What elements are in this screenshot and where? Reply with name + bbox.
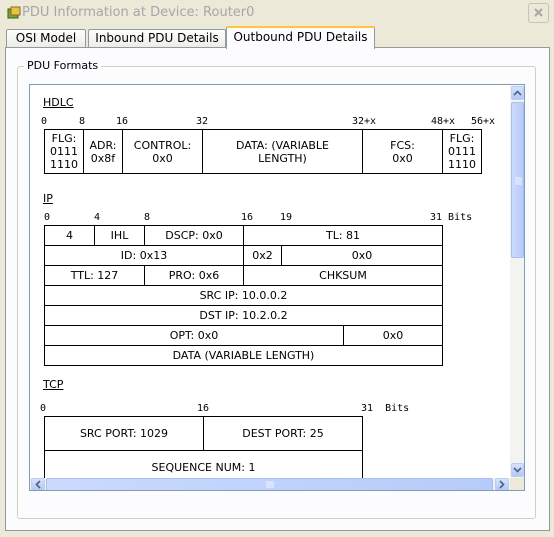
ip-options: OPT: 0x0: [44, 325, 344, 346]
ip-version: 4: [44, 225, 95, 246]
hdlc-tick: 8: [79, 116, 86, 127]
ip-identification: ID: 0x13: [44, 245, 244, 266]
grip-icon: [515, 177, 522, 185]
ip-source-address: SRC IP: 10.0.0.2: [44, 285, 443, 306]
scroll-left-button[interactable]: [31, 478, 45, 490]
scroll-up-button[interactable]: [511, 86, 524, 100]
vertical-scrollbar[interactable]: [510, 85, 524, 490]
tab-strip: OSI Model Inbound PDU Details Outbound P…: [0, 26, 554, 49]
ip-fragment-offset: 0x0: [281, 245, 443, 266]
ip-tick: 31 Bits: [430, 212, 473, 223]
hdlc-tick: 32+x: [352, 116, 377, 127]
ip-tick: 8: [144, 212, 151, 223]
ip-flags: 0x2: [243, 245, 282, 266]
hdlc-title: HDLC: [43, 96, 74, 109]
horizontal-scrollbar[interactable]: [30, 478, 510, 490]
arrow-up-icon: [513, 90, 522, 96]
scrollbar-corner: [510, 478, 524, 490]
hdlc-tick: 56+x: [471, 116, 496, 127]
hdlc-tick: 0: [41, 116, 48, 127]
window-title: PDU Information at Device: Router0: [22, 5, 255, 20]
tcp-destination-port: DEST PORT: 25: [203, 416, 363, 451]
ip-tick: 0: [44, 212, 51, 223]
packet-tracer-icon: [7, 6, 21, 19]
hdlc-flag-start: FLG: 0111 1110: [44, 129, 84, 174]
vertical-scroll-thumb[interactable]: [511, 102, 524, 258]
tcp-tick: 31 Bits: [361, 403, 410, 414]
ip-tick: 16: [241, 212, 254, 223]
hdlc-address: ADR: 0x8f: [83, 129, 123, 174]
arrow-down-icon: [513, 467, 522, 473]
grip-icon: [266, 481, 274, 488]
ip-tick: 19: [280, 212, 293, 223]
ip-title: IP: [43, 192, 53, 205]
scroll-right-button[interactable]: [495, 478, 509, 490]
pdu-scroll-view[interactable]: HDLC 0 8 16 32 32+x 48+x 56+x FLG: 0111 …: [29, 84, 525, 491]
tcp-tick: 16: [197, 403, 210, 414]
hdlc-tick: 32: [196, 116, 209, 127]
tab-inbound-pdu-details[interactable]: Inbound PDU Details: [88, 29, 226, 48]
hdlc-tick: 48+x: [431, 116, 456, 127]
pdu-formats-label: PDU Formats: [24, 59, 102, 72]
tcp-tick: 0: [40, 403, 47, 414]
arrow-right-icon: [499, 480, 505, 489]
tcp-source-port: SRC PORT: 1029: [44, 416, 204, 451]
ip-destination-address: DST IP: 10.2.0.2: [44, 305, 443, 326]
pdu-content: HDLC 0 8 16 32 32+x 48+x 56+x FLG: 0111 …: [30, 85, 510, 485]
ip-total-length: TL: 81: [243, 225, 443, 246]
close-button[interactable]: [528, 3, 549, 23]
horizontal-scroll-thumb[interactable]: [46, 478, 493, 490]
scroll-down-button[interactable]: [511, 463, 524, 477]
hdlc-flag-end: FLG: 0111 1110: [442, 129, 482, 174]
ip-padding: 0x0: [343, 325, 443, 346]
ip-ttl: TTL: 127: [44, 265, 145, 286]
arrow-left-icon: [35, 480, 41, 489]
ip-tick: 4: [94, 212, 101, 223]
hdlc-control: CONTROL: 0x0: [122, 129, 203, 174]
ip-data: DATA (VARIABLE LENGTH): [44, 345, 443, 366]
hdlc-data: DATA: (VARIABLE LENGTH): [202, 129, 363, 174]
ip-ihl: IHL: [94, 225, 145, 246]
tab-osi-model[interactable]: OSI Model: [6, 29, 86, 48]
ip-protocol: PRO: 0x6: [144, 265, 244, 286]
hdlc-fcs: FCS: 0x0: [362, 129, 443, 174]
close-icon: [534, 8, 543, 17]
tcp-title: TCP: [43, 378, 64, 391]
ip-dscp: DSCP: 0x0: [144, 225, 244, 246]
tab-outbound-pdu-details[interactable]: Outbound PDU Details: [226, 26, 375, 49]
hdlc-tick: 16: [116, 116, 129, 127]
title-bar: PDU Information at Device: Router0: [0, 0, 554, 26]
ip-checksum: CHKSUM: [243, 265, 443, 286]
